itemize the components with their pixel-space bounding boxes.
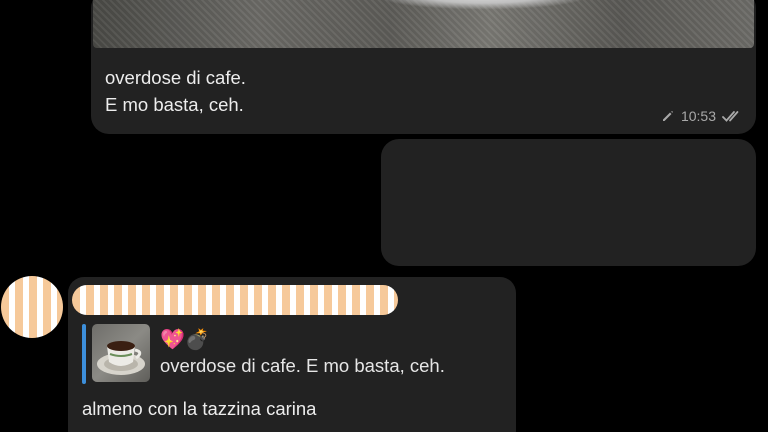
outgoing-hidden-message[interactable] (381, 139, 756, 266)
reply-thumbnail (92, 324, 150, 382)
sender-name-redacted[interactable] (72, 285, 398, 315)
message-meta: 10:53 (661, 106, 744, 126)
reply-preview[interactable]: 💖💣 overdose di cafe. E mo basta, ceh. (82, 324, 502, 384)
reply-accent-bar (82, 324, 86, 384)
photo-caption: overdose di cafe. E mo basta, ceh. (105, 64, 246, 118)
caption-line-1: overdose di cafe. (105, 67, 246, 88)
photo-attachment[interactable] (93, 0, 754, 48)
message-text: almeno con la tazzina carina (82, 398, 317, 419)
double-check-icon (722, 109, 744, 123)
caption-line-2: E mo basta, ceh. (105, 94, 244, 115)
reply-emojis: 💖💣 (160, 327, 210, 351)
message-time: 10:53 (680, 108, 716, 124)
incoming-message[interactable]: 💖💣 overdose di cafe. E mo basta, ceh. al… (68, 277, 516, 432)
outgoing-photo-message[interactable]: overdose di cafe. E mo basta, ceh. 10:53 (91, 0, 756, 134)
pencil-icon (661, 109, 675, 123)
reply-text: overdose di cafe. E mo basta, ceh. (160, 355, 445, 376)
avatar[interactable] (1, 276, 63, 338)
